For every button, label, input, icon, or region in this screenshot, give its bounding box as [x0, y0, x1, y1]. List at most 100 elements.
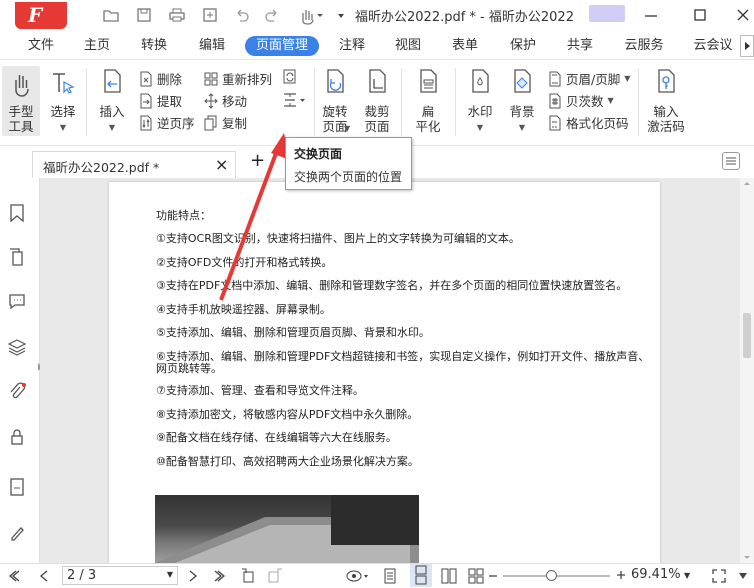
- two-page-continuous-icon[interactable]: [467, 567, 485, 585]
- zoom-dropdown-caret-icon[interactable]: ▼: [684, 571, 690, 580]
- crop-page-button[interactable]: 裁剪 页面: [360, 66, 394, 136]
- next-view-icon[interactable]: [266, 567, 284, 585]
- tab-share[interactable]: 共享: [563, 36, 597, 56]
- print-icon[interactable]: [167, 5, 187, 25]
- insert-label: 插入: [99, 104, 125, 119]
- tab-page-management[interactable]: 页面管理: [245, 36, 319, 56]
- tab-file[interactable]: 文件: [24, 36, 58, 56]
- background-button[interactable]: 背景 ▼: [505, 66, 539, 136]
- first-page-icon[interactable]: [8, 568, 22, 584]
- header-footer-button[interactable]: 页眉/页脚 ▼: [548, 69, 630, 88]
- tab-cloud-service[interactable]: 云服务: [620, 36, 668, 56]
- comments-icon[interactable]: [7, 290, 27, 312]
- page-number-input[interactable]: 2 / 3 ▼: [62, 566, 178, 585]
- customize-caret-icon[interactable]: [336, 5, 346, 25]
- last-page-icon[interactable]: [212, 568, 226, 584]
- key-icon: [658, 69, 675, 93]
- redo-icon[interactable]: [262, 5, 282, 25]
- vertical-scrollbar[interactable]: [740, 178, 754, 563]
- undo-icon[interactable]: [232, 5, 252, 25]
- previous-view-icon[interactable]: [240, 567, 258, 585]
- tab-edit[interactable]: 编辑: [195, 36, 229, 56]
- move-page-button[interactable]: 移动: [204, 91, 247, 110]
- fullscreen-icon[interactable]: [711, 568, 727, 584]
- next-page-icon[interactable]: [187, 568, 199, 584]
- document-tab[interactable]: 福昕办公2022.pdf * ×: [32, 151, 236, 178]
- pdf-page[interactable]: 功能特点： ①支持OCR图文识别，快速将扫描件、图片上的文字转换为可编辑的文本。…: [109, 182, 660, 563]
- page-thumbnails-icon[interactable]: [7, 246, 27, 268]
- copy-page-button[interactable]: 复制: [204, 113, 247, 132]
- ribbon-separator: [401, 68, 402, 136]
- select-tool-button[interactable]: 选择 ▼: [48, 66, 78, 136]
- extract-page-button[interactable]: 提取: [139, 91, 182, 110]
- format-page-number-label: 格式化页码: [566, 116, 629, 131]
- rotate-caret-icon[interactable]: ▼: [344, 120, 352, 133]
- close-tab-icon[interactable]: ×: [215, 155, 228, 174]
- more-status-icon[interactable]: [737, 570, 749, 582]
- document-properties-icon[interactable]: [7, 476, 27, 498]
- background-caret-icon[interactable]: ▼: [505, 120, 539, 135]
- tab-protect[interactable]: 保护: [506, 36, 540, 56]
- app-logo[interactable]: F: [15, 2, 67, 29]
- zoom-slider[interactable]: [503, 570, 610, 581]
- feature-line: ⑧支持添加密文，将敏感内容从PDF文档中永久删除。: [156, 408, 419, 421]
- close-window-icon[interactable]: [733, 5, 753, 25]
- rearrange-button[interactable]: 重新排列: [204, 69, 272, 88]
- read-mode-icon[interactable]: [345, 567, 369, 585]
- replace-page-button[interactable]: [281, 68, 299, 86]
- user-avatar[interactable]: [589, 5, 625, 22]
- ribbon-toolbar: 手型 工具 选择 ▼ 插入 ▼ 删除 提取 逆页序 重新排列 移动 复制 旋转 …: [0, 60, 754, 193]
- reverse-order-button[interactable]: 逆页序: [139, 113, 195, 132]
- zoom-slider-thumb[interactable]: [545, 570, 557, 581]
- tab-home[interactable]: 主页: [80, 36, 114, 56]
- previous-page-icon[interactable]: [38, 568, 50, 584]
- insert-page-button[interactable]: 插入 ▼: [97, 66, 127, 136]
- bates-label: 贝茨数: [566, 94, 604, 109]
- watermark-button[interactable]: 水印 ▼: [463, 66, 497, 136]
- new-tab-button[interactable]: +: [250, 150, 265, 171]
- flatten-button[interactable]: 扁 平化: [411, 66, 445, 136]
- activation-code-button[interactable]: 输入 激活码: [644, 66, 688, 136]
- delete-label: 删除: [157, 72, 183, 87]
- select-caret-icon[interactable]: ▼: [48, 120, 78, 135]
- layers-icon[interactable]: [7, 336, 27, 358]
- open-folder-icon[interactable]: [101, 5, 121, 25]
- background-icon: [514, 69, 531, 93]
- hand-dropdown-icon[interactable]: [297, 5, 325, 25]
- feature-line: ⑤支持添加、编辑、删除和管理页眉页脚、背景和水印。: [156, 326, 430, 339]
- insert-caret-icon[interactable]: ▼: [97, 120, 127, 135]
- maximize-icon[interactable]: [690, 5, 710, 25]
- ribbon-separator: [638, 68, 639, 136]
- header-footer-caret-icon[interactable]: ▼: [624, 74, 630, 83]
- tab-cloud-meeting[interactable]: 云会议: [690, 36, 736, 56]
- save-icon[interactable]: [134, 5, 154, 25]
- page-dropdown-caret-icon[interactable]: ▼: [167, 570, 173, 579]
- tab-form[interactable]: 表单: [448, 36, 482, 56]
- continuous-view-icon[interactable]: [410, 564, 432, 587]
- attachment-icon[interactable]: [7, 380, 27, 402]
- delete-page-button[interactable]: 删除: [139, 69, 182, 88]
- signature-icon[interactable]: [7, 522, 27, 544]
- zoom-level[interactable]: 69.41%: [631, 567, 681, 582]
- tab-convert[interactable]: 转换: [137, 36, 171, 56]
- zoom-out-icon[interactable]: [488, 570, 498, 582]
- bates-button[interactable]: 贝茨数 ▼: [548, 91, 614, 110]
- tab-view[interactable]: 视图: [391, 36, 425, 56]
- panel-toggle-icon[interactable]: [722, 152, 740, 170]
- bates-caret-icon[interactable]: ▼: [608, 96, 614, 105]
- split-page-button[interactable]: [281, 91, 307, 109]
- tab-comment[interactable]: 注释: [335, 36, 369, 56]
- minimize-icon[interactable]: [641, 5, 661, 25]
- new-page-icon[interactable]: [200, 5, 220, 25]
- zoom-in-icon[interactable]: [616, 569, 626, 581]
- watermark-caret-icon[interactable]: ▼: [463, 120, 497, 135]
- bates-icon: [549, 93, 561, 108]
- bookmark-icon[interactable]: [7, 202, 27, 224]
- single-page-view-icon[interactable]: [382, 567, 398, 585]
- security-lock-icon[interactable]: [7, 426, 27, 448]
- format-page-number-button[interactable]: 格式化页码: [548, 113, 629, 132]
- hand-tool-button[interactable]: 手型 工具: [2, 66, 40, 136]
- feature-line: ⑥支持添加、编辑、删除和管理PDF文档超链接和书签，实现自定义操作，例如打开文件…: [156, 350, 650, 363]
- two-page-view-icon[interactable]: [440, 567, 458, 585]
- menu-scroll-right-button[interactable]: [740, 35, 754, 57]
